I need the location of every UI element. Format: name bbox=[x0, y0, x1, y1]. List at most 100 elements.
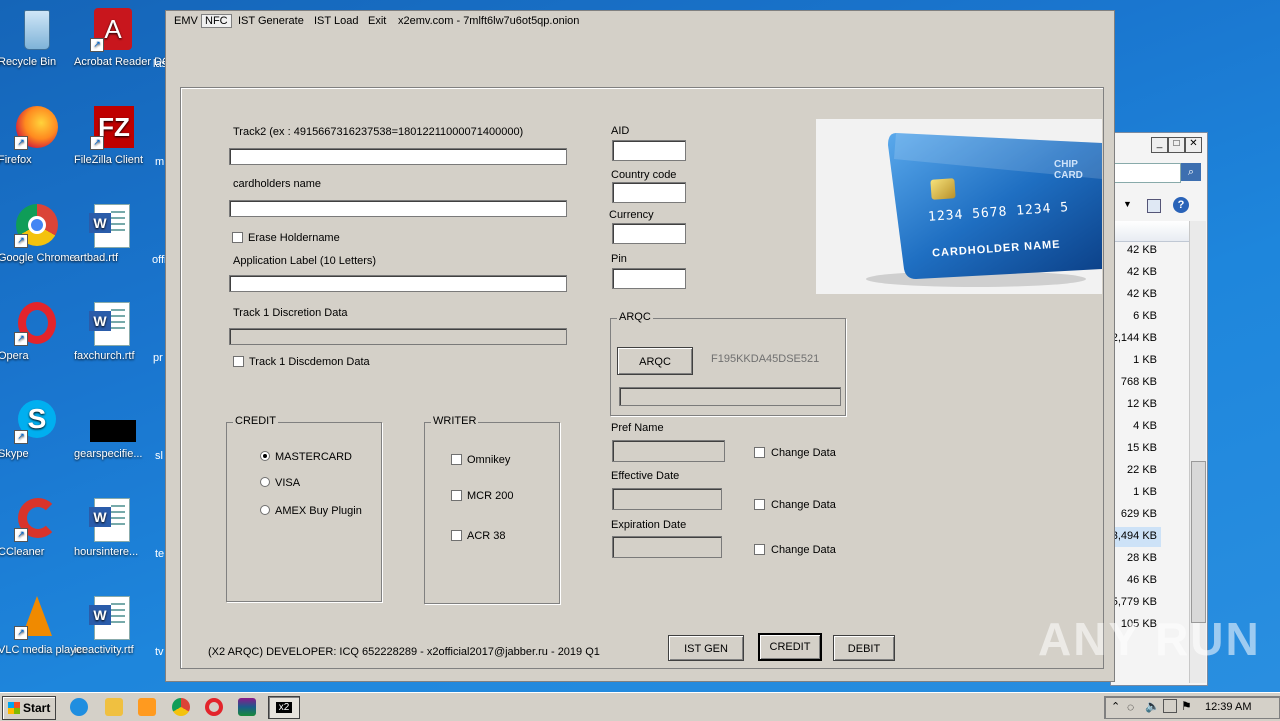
search-input[interactable] bbox=[1111, 163, 1181, 183]
credit-group: CREDIT MASTERCARD VISA AMEX Buy Plugin bbox=[226, 415, 382, 602]
opera-icon: ↗ bbox=[14, 302, 58, 346]
search-icon[interactable]: ⌕ bbox=[1181, 163, 1201, 181]
credit-group-title: CREDIT bbox=[233, 415, 278, 427]
media-player-icon[interactable] bbox=[138, 698, 156, 716]
partial-label: pr bbox=[153, 352, 163, 364]
omnikey-checkbox[interactable] bbox=[451, 454, 462, 465]
aid-label: AID bbox=[611, 125, 630, 137]
skype-icon: S ↗ bbox=[14, 400, 58, 444]
menu-emv[interactable]: EMV bbox=[174, 15, 198, 27]
anyrun-watermark: ANY RUN bbox=[1038, 613, 1261, 665]
desktop-icon-gearspecifie[interactable]: gearspecifie... bbox=[74, 400, 150, 460]
file-size: 3,494 KB bbox=[1111, 530, 1157, 542]
ist-gen-button[interactable]: IST GEN bbox=[668, 635, 744, 661]
acr38-checkbox[interactable] bbox=[451, 530, 462, 541]
menu-nfc[interactable]: NFC bbox=[201, 14, 232, 28]
desktop-icon-vlc[interactable]: ↗ VLC media player bbox=[0, 596, 85, 656]
file-size: 15 KB bbox=[1127, 442, 1157, 454]
arqc-output[interactable] bbox=[619, 387, 841, 406]
expiration-date-change-checkbox[interactable] bbox=[754, 544, 765, 555]
folder-icon[interactable] bbox=[105, 698, 123, 716]
help-icon[interactable]: ? bbox=[1173, 197, 1189, 213]
aid-input[interactable] bbox=[612, 140, 686, 161]
desktop-icon-hoursintere[interactable]: W hoursintere... bbox=[74, 498, 150, 558]
desktop-icon-ccleaner[interactable]: ↗ CCleaner bbox=[0, 498, 74, 558]
ie-icon[interactable] bbox=[70, 698, 88, 716]
minimize-icon[interactable]: _ bbox=[1151, 137, 1168, 153]
winrar-icon[interactable] bbox=[238, 698, 256, 716]
pref-name-input[interactable] bbox=[612, 440, 725, 462]
file-size: 22 KB bbox=[1127, 464, 1157, 476]
menu-bar: EMV NFC IST Generate IST Load Exit x2emv… bbox=[166, 11, 1114, 33]
country-code-input[interactable] bbox=[612, 182, 686, 203]
desktop-icon-opera[interactable]: ↗ Opera bbox=[0, 302, 74, 362]
mastercard-label: MASTERCARD bbox=[275, 451, 353, 463]
writer-group-title: WRITER bbox=[431, 415, 479, 427]
card-brand: CHIP CARD bbox=[1054, 159, 1083, 181]
desktop-icon-recycle-bin[interactable]: Recycle Bin bbox=[0, 8, 74, 68]
partial-label: sl bbox=[155, 450, 163, 462]
column-header[interactable] bbox=[1111, 221, 1189, 242]
file-size: 4 KB bbox=[1133, 420, 1157, 432]
effective-date-change-checkbox[interactable] bbox=[754, 499, 765, 510]
acrobat-icon: A ↗ bbox=[90, 8, 134, 52]
views-dropdown-icon[interactable]: ▼ bbox=[1123, 199, 1132, 209]
erase-holdername-label: Erase Holdername bbox=[248, 232, 340, 244]
file-size: 768 KB bbox=[1120, 376, 1157, 388]
desktop-icon-skype[interactable]: S ↗ Skype bbox=[0, 400, 74, 460]
desktop-icon-iceactivity[interactable]: W iceactivity.rtf bbox=[74, 596, 150, 656]
currency-input[interactable] bbox=[612, 223, 686, 244]
menu-site[interactable]: x2emv.com - 7mlft6lw7u6ot5qp.onion bbox=[398, 15, 579, 27]
desktop-icon-acrobat[interactable]: A ↗ Acrobat Reader DC bbox=[74, 8, 170, 68]
pin-input[interactable] bbox=[612, 268, 686, 289]
track1-checkbox[interactable] bbox=[233, 356, 244, 367]
app-label-input[interactable] bbox=[229, 275, 567, 292]
tray-app-icon[interactable]: ◌ bbox=[1127, 700, 1134, 714]
flag-icon[interactable]: ⚑ bbox=[1181, 699, 1192, 713]
file-size: 5,779 KB bbox=[1111, 596, 1157, 608]
menu-ist-generate[interactable]: IST Generate bbox=[238, 15, 304, 27]
credit-button[interactable]: CREDIT bbox=[758, 633, 822, 661]
firefox-icon: ↗ bbox=[14, 106, 58, 150]
chrome-icon[interactable] bbox=[172, 698, 190, 716]
network-icon[interactable] bbox=[1163, 699, 1177, 713]
mcr200-checkbox[interactable] bbox=[451, 490, 462, 501]
pref-name-change-checkbox[interactable] bbox=[754, 447, 765, 458]
amex-radio[interactable] bbox=[260, 505, 270, 515]
maximize-icon[interactable]: □ bbox=[1168, 137, 1185, 153]
effective-date-input[interactable] bbox=[612, 488, 722, 510]
track1-input[interactable] bbox=[229, 328, 567, 345]
debit-button[interactable]: DEBIT bbox=[833, 635, 895, 661]
arqc-value: F195KKDA45DSE521 bbox=[711, 353, 820, 365]
start-button[interactable]: Start bbox=[2, 696, 56, 720]
desktop-icon-filezilla[interactable]: FZ ↗ FileZilla Client bbox=[74, 106, 150, 166]
mastercard-radio[interactable] bbox=[260, 451, 270, 461]
track2-input[interactable] bbox=[229, 148, 567, 165]
close-icon[interactable]: ✕ bbox=[1185, 137, 1202, 153]
pref-name-change-label: Change Data bbox=[771, 447, 836, 459]
effective-date-label: Effective Date bbox=[611, 470, 680, 482]
arqc-button[interactable]: ARQC bbox=[617, 347, 693, 375]
desktop-icon-firefox[interactable]: ↗ Firefox bbox=[0, 106, 74, 166]
tray-expand-icon[interactable]: ⌃ bbox=[1111, 700, 1120, 713]
menu-exit[interactable]: Exit bbox=[368, 15, 386, 27]
file-size: 6 KB bbox=[1133, 310, 1157, 322]
arqc-group-title: ARQC bbox=[617, 311, 653, 323]
menu-ist-load[interactable]: IST Load bbox=[314, 15, 358, 27]
track1-label: Track 1 Discretion Data bbox=[233, 307, 348, 319]
active-task-button[interactable]: x2 bbox=[268, 696, 300, 719]
expiration-date-input[interactable] bbox=[612, 536, 722, 558]
opera-icon[interactable] bbox=[205, 698, 223, 716]
preview-pane-icon[interactable] bbox=[1147, 199, 1161, 213]
desktop-icon-faxchurch[interactable]: W faxchurch.rtf bbox=[74, 302, 150, 362]
scroll-thumb[interactable] bbox=[1191, 461, 1206, 623]
partial-label: tv bbox=[155, 646, 164, 658]
erase-holdername-checkbox[interactable] bbox=[232, 232, 243, 243]
desktop-icon-chrome[interactable]: ↗ Google Chrome bbox=[0, 204, 76, 264]
file-icon bbox=[90, 400, 136, 444]
cardholder-input[interactable] bbox=[229, 200, 567, 217]
volume-icon[interactable]: 🔈 bbox=[1145, 699, 1160, 713]
file-size: 42 KB bbox=[1127, 266, 1157, 278]
desktop-icon-artbad[interactable]: W artbad.rtf bbox=[74, 204, 150, 264]
visa-radio[interactable] bbox=[260, 477, 270, 487]
